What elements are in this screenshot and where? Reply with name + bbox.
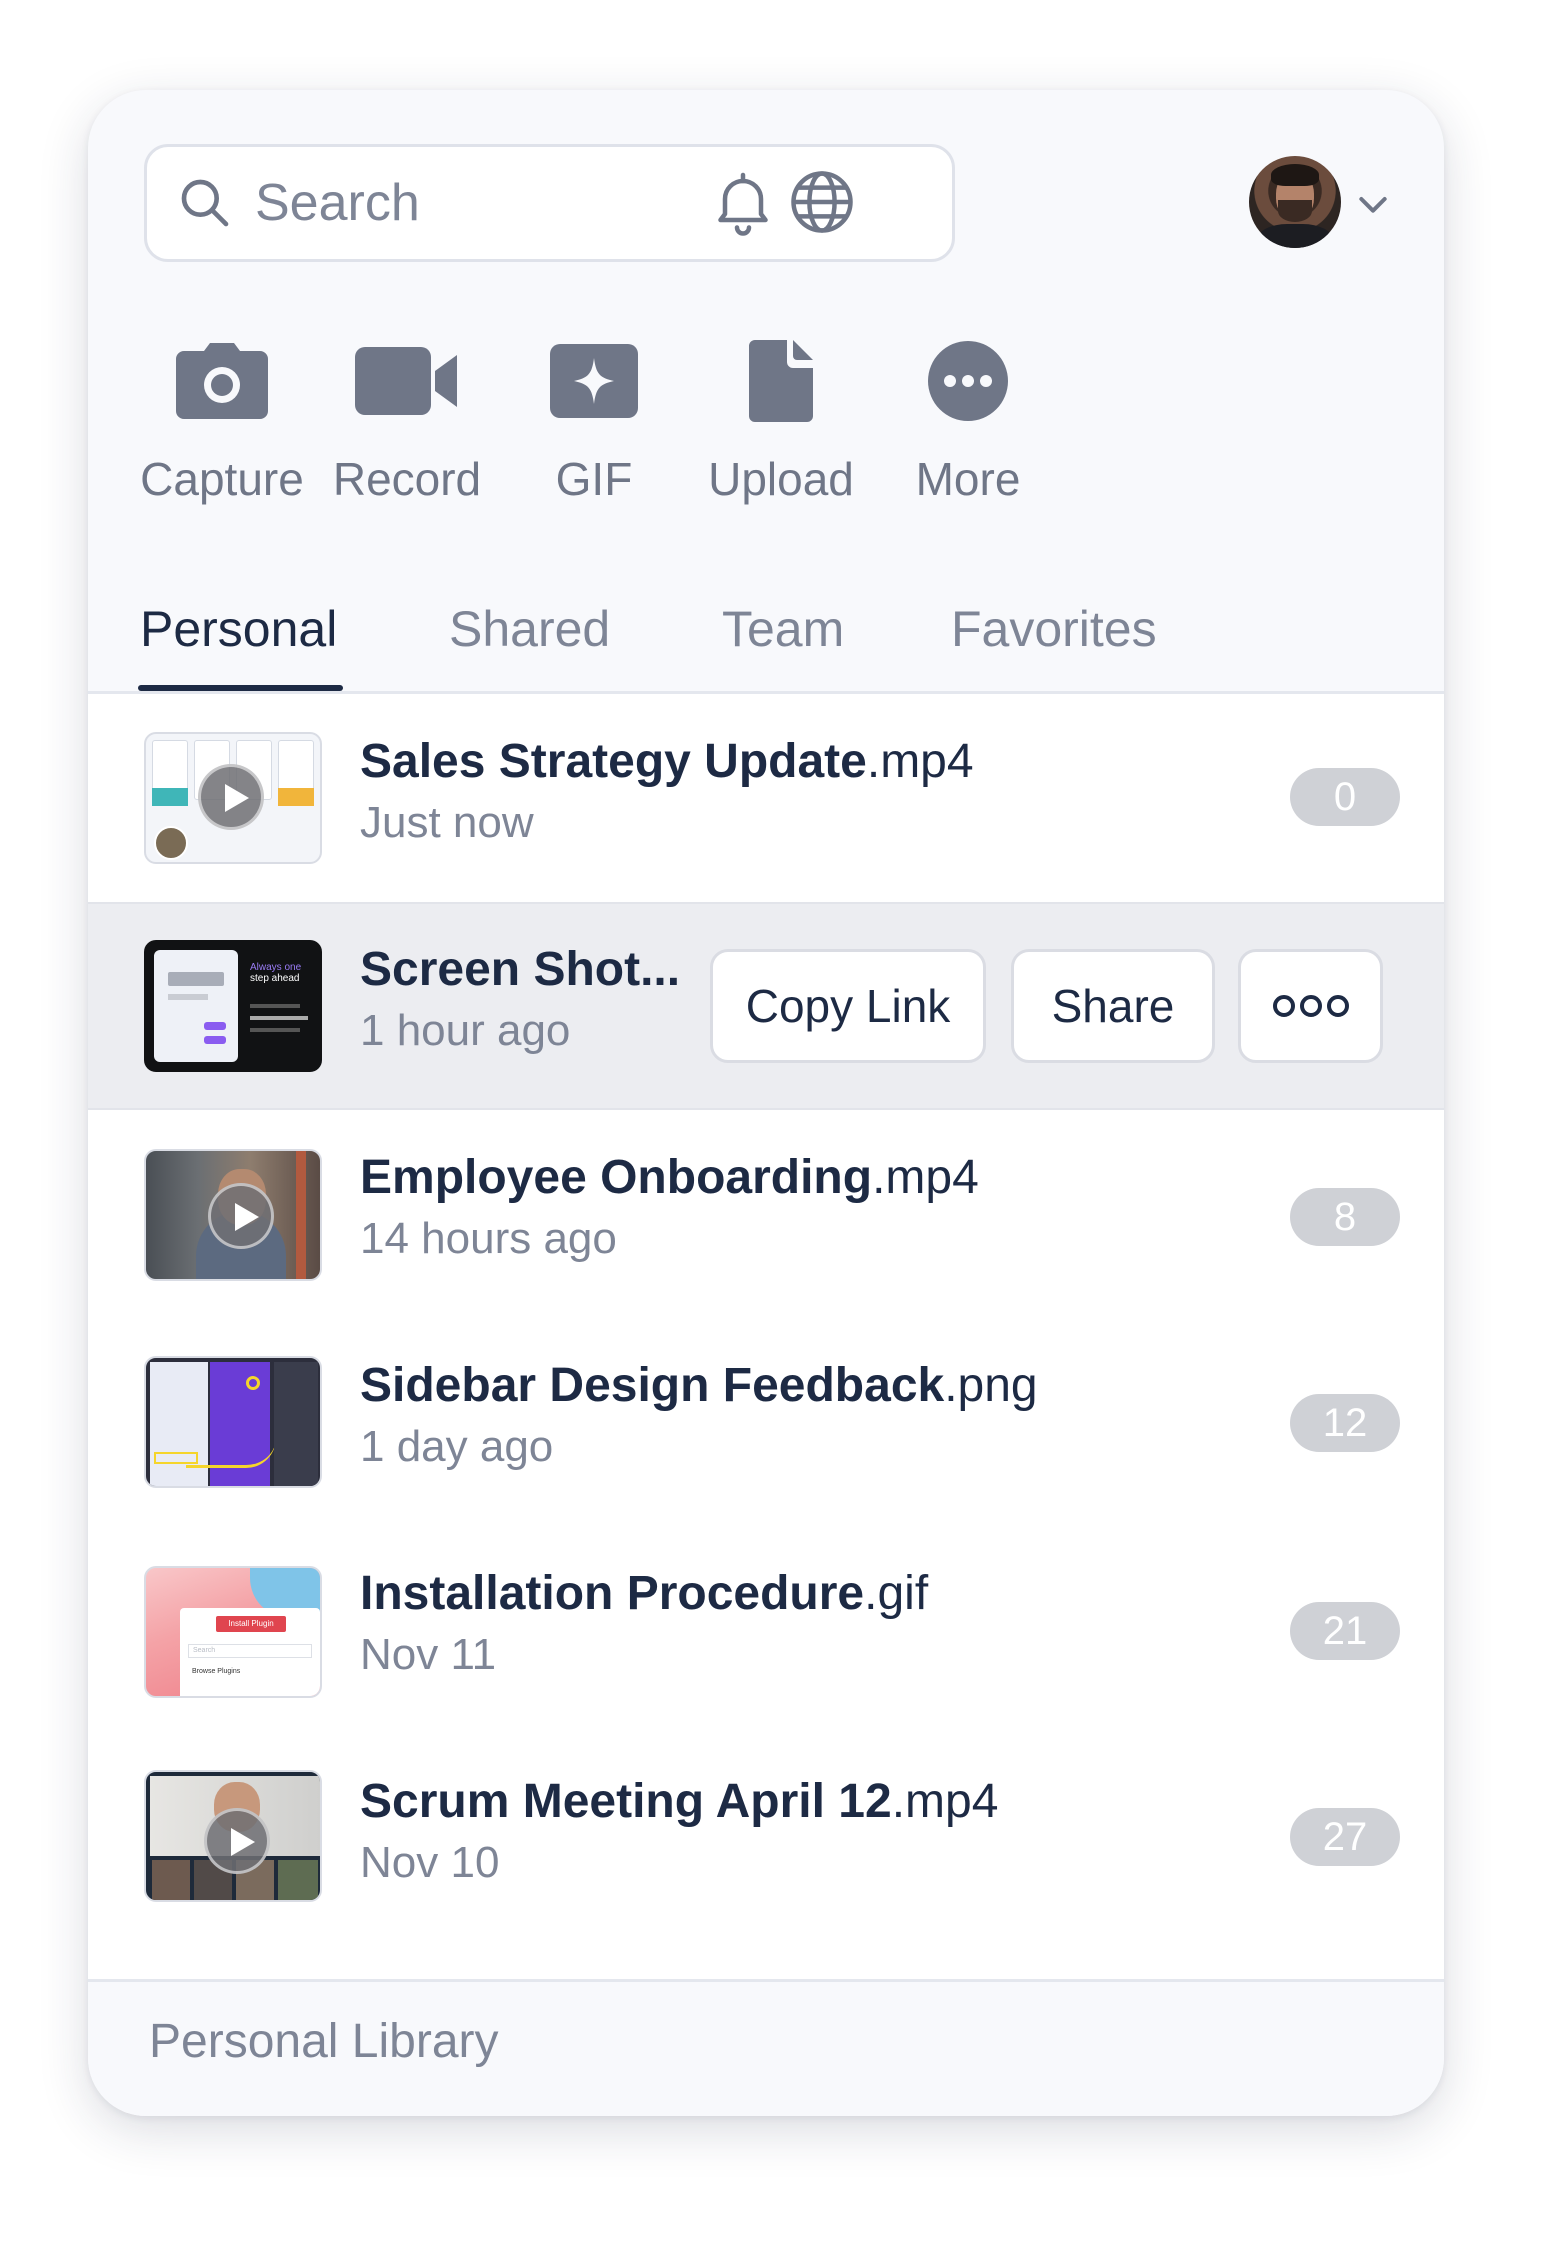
app-panel: Capture Record GIF Upload More [88,90,1444,2116]
capture-label: Capture [140,453,304,505]
thumbnail-text: Search [188,1644,312,1658]
file-time: 1 hour ago [360,1006,571,1055]
thumbnail-text: Always one [250,962,302,973]
file-list: Sales Strategy Update.mp4 Just now 0 Alw… [88,694,1444,1979]
file-name: Screen Shot... [360,943,681,996]
file-extension: .mp4 [872,1151,979,1204]
tab-personal[interactable]: Personal [137,600,344,691]
file-time: 1 day ago [360,1422,554,1471]
file-time: Nov 11 [360,1630,497,1679]
list-item[interactable]: Employee Onboarding.mp4 14 hours ago 8 [88,1110,1444,1318]
list-item[interactable]: Sales Strategy Update.mp4 Just now 0 [88,694,1444,902]
file-time: Just now [360,798,534,847]
ellipsis-icon [1272,995,1349,1017]
tab-team[interactable]: Team [722,600,844,691]
file-thumbnail [144,1356,322,1488]
camera-icon [176,343,268,419]
view-count-badge: 21 [1290,1602,1400,1660]
file-name: Installation Procedure [360,1567,865,1620]
list-item[interactable]: Install Plugin Search Browse Plugins Ins… [88,1526,1444,1734]
file-extension: .mp4 [866,735,974,788]
avatar[interactable] [1249,156,1341,248]
globe-icon [791,171,853,233]
file-extension: .gif [864,1567,929,1620]
file-thumbnail [144,1770,322,1902]
list-item[interactable]: Always one step ahead Screen Shot... 1 ho… [88,902,1444,1110]
quick-actions: Capture Record GIF Upload More [140,326,1404,526]
document-icon [749,340,813,422]
tab-favorites[interactable]: Favorites [951,600,1157,691]
file-time: Nov 10 [360,1838,500,1887]
view-count-badge: 12 [1290,1394,1400,1452]
view-count-badge: 0 [1290,768,1400,826]
bell-icon [718,172,768,236]
ellipsis-circle-icon [928,341,1008,421]
file-name: Scrum Meeting April 12 [360,1775,892,1828]
file-extension: .png [944,1359,1038,1412]
view-count-badge: 27 [1290,1808,1400,1866]
file-name: Sales Strategy Update [360,735,867,788]
library-label: Personal Library [149,2015,499,2068]
tab-shared[interactable]: Shared [449,600,610,691]
sparkle-icon [550,344,638,418]
tab-bar: Personal Shared Team Favorites [88,600,1444,694]
copy-link-button[interactable]: Copy Link [710,949,986,1063]
list-item[interactable]: Sidebar Design Feedback.png 1 day ago 12 [88,1318,1444,1526]
video-camera-icon [355,347,457,415]
upload-label: Upload [708,453,854,505]
file-thumbnail: Always one step ahead [144,940,322,1072]
file-thumbnail: Install Plugin Search Browse Plugins [144,1566,322,1698]
thumbnail-text: Install Plugin [216,1616,286,1632]
thumbnail-text: step ahead [250,973,300,984]
gif-label: GIF [555,453,633,505]
search-icon [181,179,229,227]
list-item[interactable]: Scrum Meeting April 12.mp4 Nov 10 27 [88,1734,1444,1942]
row-more-button[interactable] [1238,949,1383,1063]
file-thumbnail [144,1149,322,1281]
file-name: Sidebar Design Feedback [360,1359,945,1412]
file-extension: .mp4 [891,1775,999,1828]
record-label: Record [332,453,482,505]
language-button[interactable] [782,162,862,242]
file-time: 14 hours ago [360,1214,617,1263]
more-label: More [915,453,1021,505]
file-thumbnail [144,732,322,864]
more-button[interactable]: More [858,326,1078,506]
share-button[interactable]: Share [1011,949,1215,1063]
library-footer[interactable]: Personal Library [88,1979,1444,2116]
thumbnail-text: Browse Plugins [192,1668,241,1675]
view-count-badge: 8 [1290,1188,1400,1246]
chevron-down-icon[interactable] [1353,184,1393,224]
file-name: Employee Onboarding [360,1151,873,1204]
notifications-button[interactable] [703,162,783,242]
